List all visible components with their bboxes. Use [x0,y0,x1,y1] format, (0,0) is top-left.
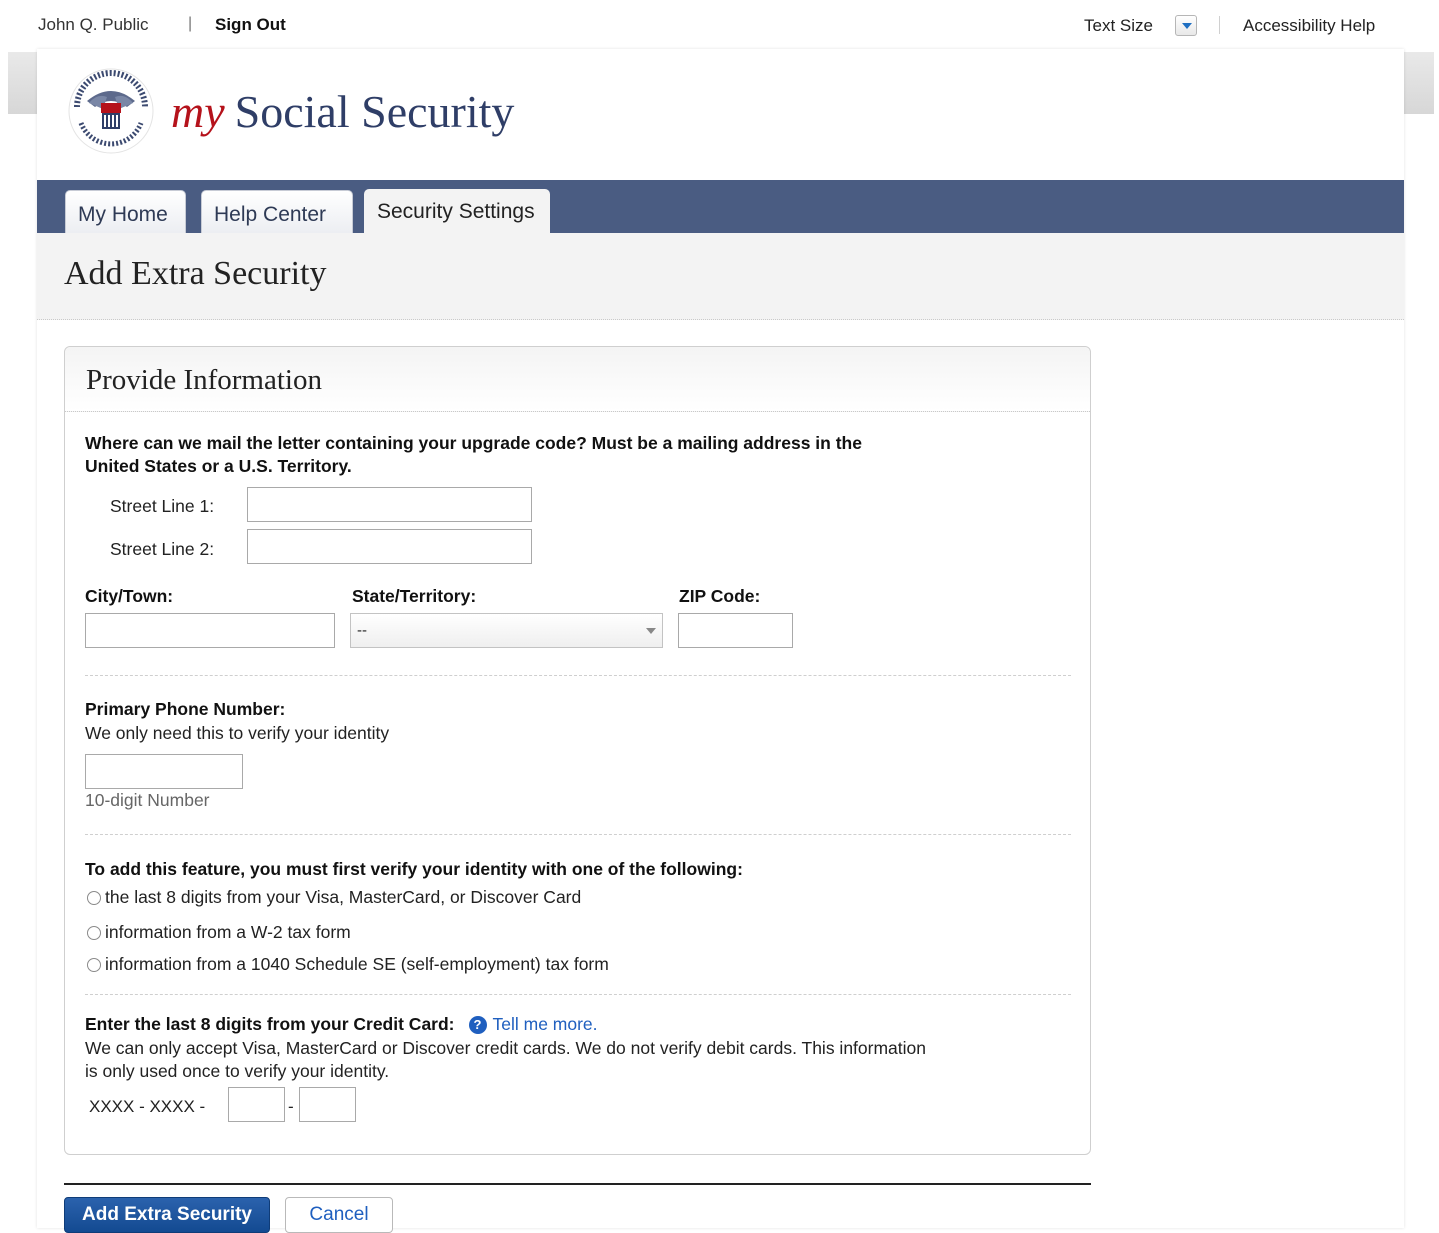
verify-option-label: information from a 1040 Schedule SE (sel… [105,954,609,974]
section-divider [85,675,1071,676]
cc-masked-prefix: XXXX - XXXX - [89,1097,206,1116]
street1-label: Street Line 1: [110,496,215,516]
chevron-down-icon [646,628,656,634]
street2-label: Street Line 2: [110,539,215,559]
cc-note-line2: is only used once to verify your identit… [85,1061,390,1081]
section-divider [85,994,1071,995]
phone-input[interactable] [85,754,243,789]
phone-note: We only need this to verify your identit… [85,723,390,743]
question-circle-icon[interactable]: ? [468,1016,487,1034]
radio-button[interactable] [87,925,101,940]
actions-divider [64,1183,1091,1185]
sign-out-link[interactable]: Sign Out [215,15,286,35]
panel-title: Provide Information [86,364,322,396]
cc-dash: - [288,1097,294,1116]
verify-option-credit-card[interactable]: the last 8 digits from your Visa, Master… [87,887,581,908]
brand-my: my [171,86,225,137]
phone-hint: 10-digit Number [85,790,210,810]
phone-label: Primary Phone Number: [85,699,286,719]
verify-option-w2[interactable]: information from a W-2 tax form [87,922,351,943]
city-label: City/Town: [85,586,174,606]
verify-question: To add this feature, you must first veri… [85,859,743,879]
site-header: my Social Security [37,49,1404,181]
cc-digits-part2-input[interactable] [299,1087,356,1122]
tab-my-home[interactable]: My Home [65,190,186,233]
accessibility-help-link[interactable]: Accessibility Help [1243,16,1375,36]
ssa-seal-logo [68,68,154,154]
cc-label-row: Enter the last 8 digits from your Credit… [85,1014,598,1035]
city-input[interactable] [85,613,335,648]
panel-header: Provide Information [65,347,1090,412]
utility-separator [1219,16,1220,34]
user-name: John Q. Public [38,15,149,34]
page-header: Add Extra Security [37,233,1404,320]
verify-option-label: the last 8 digits from your Visa, Master… [105,887,582,907]
tab-help-center[interactable]: Help Center [201,190,353,233]
text-size-label: Text Size [1084,16,1153,35]
main-nav: My Home Help Center Security Settings [37,180,1404,233]
verify-option-label: information from a W-2 tax form [105,922,351,942]
cc-label: Enter the last 8 digits from your Credit… [85,1014,455,1034]
cc-digits-part1-input[interactable] [228,1087,285,1122]
provide-information-panel: Provide Information Where can we mail th… [64,346,1091,1155]
radio-button[interactable] [87,890,101,905]
section-divider [85,834,1071,835]
zip-input[interactable] [678,613,793,648]
brand-social-security: Social Security [234,86,515,137]
tab-security-settings[interactable]: Security Settings [364,189,550,233]
utility-bar: John Q. Public | Sign Out Text Size Acce… [0,0,1439,52]
street1-input[interactable] [247,487,532,522]
street2-input[interactable] [247,529,532,564]
radio-button[interactable] [87,957,101,972]
tell-me-more-link[interactable]: Tell me more. [493,1014,598,1034]
verify-option-schedule-se[interactable]: information from a 1040 Schedule SE (sel… [87,954,609,975]
page-frame: my Social Security My Home Help Center Se… [37,49,1404,1233]
site-brand: my Social Security [171,85,514,138]
text-size-dropdown-button[interactable] [1175,15,1197,36]
zip-label: ZIP Code: [679,586,761,606]
mail-question-line1: Where can we mail the letter containing … [85,433,862,453]
cc-note-line1: We can only accept Visa, MasterCard or D… [85,1038,926,1058]
chevron-down-icon [1182,23,1192,29]
utility-divider: | [188,15,193,32]
mail-question-line2: United States or a U.S. Territory. [85,456,352,476]
page-title: Add Extra Security [64,255,327,292]
state-label: State/Territory: [352,586,477,606]
state-select[interactable]: -- [350,613,663,648]
state-select-value: -- [357,622,367,639]
